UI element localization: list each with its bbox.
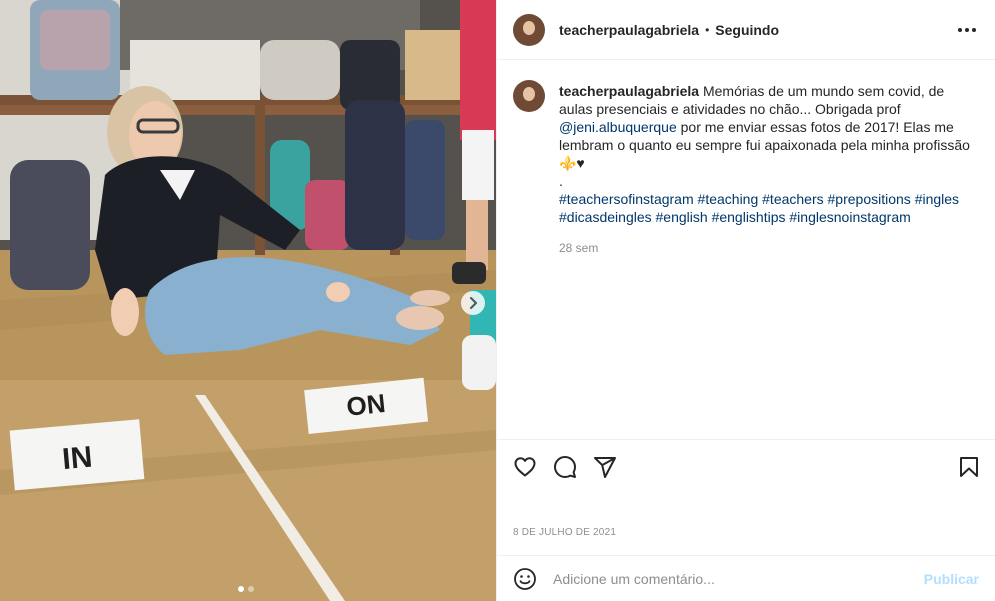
comment-button[interactable] — [553, 455, 577, 479]
post-actions — [513, 455, 981, 479]
bookmark-icon — [960, 457, 978, 477]
post-caption: teacherpaulagabriela Memórias de um mund… — [513, 80, 981, 257]
caption-avatar[interactable] — [513, 80, 545, 112]
carousel-dot — [248, 586, 254, 592]
sign-on-text: ON — [345, 388, 387, 422]
caption-time[interactable]: 28 sem — [559, 239, 979, 257]
post-modal: IN ON teacherpaulagabriela • Seguindo te… — [0, 0, 995, 601]
mention-link[interactable]: @jeni.albuquerque — [559, 119, 677, 135]
hashtag-link[interactable]: #teachers — [762, 191, 823, 207]
comment-bubble-icon — [554, 456, 576, 478]
comment-input[interactable] — [553, 570, 913, 587]
hashtag-link[interactable]: #teachersofinstagram — [559, 191, 694, 207]
carousel-indicator — [238, 586, 254, 592]
comment-form: Publicar — [497, 555, 995, 601]
more-options-button[interactable] — [955, 20, 979, 40]
hashtag-link[interactable]: #english — [656, 209, 708, 225]
publish-button[interactable]: Publicar — [924, 571, 979, 587]
chevron-right-icon — [470, 297, 477, 309]
following-button[interactable]: Seguindo — [715, 22, 779, 38]
post-photo: IN ON — [0, 0, 496, 601]
hashtag-link[interactable]: #dicasdeingles — [559, 209, 652, 225]
more-horizontal-icon — [958, 28, 962, 32]
hashtag-link[interactable]: #ingles — [915, 191, 959, 207]
hashtag-link[interactable]: #prepositions — [828, 191, 911, 207]
like-button[interactable] — [513, 455, 537, 479]
caption-username[interactable]: teacherpaulagabriela — [559, 83, 699, 99]
next-slide-button[interactable] — [461, 291, 485, 315]
hashtag-list: #teachersofinstagram #teaching #teachers… — [559, 191, 959, 225]
post-sidebar: teacherpaulagabriela • Seguindo teacherp… — [496, 0, 995, 601]
username-link[interactable]: teacherpaulagabriela — [559, 22, 699, 38]
save-button[interactable] — [957, 455, 981, 479]
smiley-icon[interactable] — [513, 567, 537, 591]
caption-text: teacherpaulagabriela Memórias de um mund… — [559, 82, 979, 257]
hashtag-link[interactable]: #teaching — [698, 191, 759, 207]
hashtag-link[interactable]: #englishtips — [712, 209, 786, 225]
hashtag-link[interactable]: #inglesnoinstagram — [789, 209, 910, 225]
post-date[interactable]: 8 DE JULHO DE 2021 — [513, 527, 616, 538]
carousel-dot-active — [238, 586, 244, 592]
avatar[interactable] — [513, 13, 545, 46]
separator-dot: • — [705, 22, 710, 37]
heart-icon — [514, 457, 536, 477]
divider — [497, 439, 995, 440]
caption-dot: . — [559, 173, 563, 189]
post-header: teacherpaulagabriela • Seguindo — [497, 0, 995, 60]
post-media[interactable]: IN ON — [0, 0, 496, 601]
paper-plane-icon — [594, 457, 616, 478]
share-button[interactable] — [593, 455, 617, 479]
sign-in-text: IN — [61, 441, 94, 476]
